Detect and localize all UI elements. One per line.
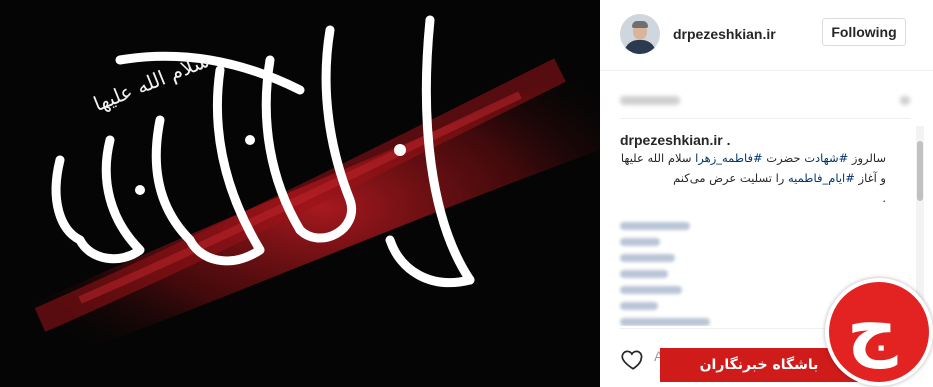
hashtag-link[interactable]: #شهادت [804,151,848,165]
watermark-logo: ج [825,278,933,386]
caption-username[interactable]: drpezeshkian.ir . [620,132,730,148]
avatar-hair [632,21,648,28]
heart-icon[interactable] [620,346,646,372]
caption-end-dot: . [882,191,886,205]
caption-segment: را تسلیت عرض می‌کنم [673,171,789,185]
blurred-comments [620,218,860,326]
calligraphy-graphic [51,15,475,288]
caption-username-text[interactable]: drpezeshkian.ir [620,132,723,148]
post-image[interactable]: سلام الله علیها [0,0,600,387]
watermark-logo-glyph: ج [847,287,898,369]
watermark-banner-text: باشگاه خبرنگاران [699,357,819,373]
likes-divider [620,118,910,119]
caption-text: سالروز #شهادت حضرت #فاطمه_زهرا سلام الله… [620,148,886,208]
caption-segment: سالروز [848,151,886,165]
caption-username-dot: . [726,132,731,148]
comments-scrollbar-thumb[interactable] [917,141,923,201]
hashtag-link[interactable]: #فاطمه_زهرا [695,151,763,165]
caption-segment: حضرت [762,151,805,165]
avatar[interactable] [620,14,660,54]
header-username[interactable]: drpezeshkian.ir [673,26,776,42]
post-header: drpezeshkian.ir Following [600,0,933,71]
hashtag-link[interactable]: #ایام_فاطمیه [788,171,855,185]
avatar-shirt [624,40,656,54]
following-button[interactable]: Following [822,18,906,46]
likes-count-blurred [620,92,910,108]
